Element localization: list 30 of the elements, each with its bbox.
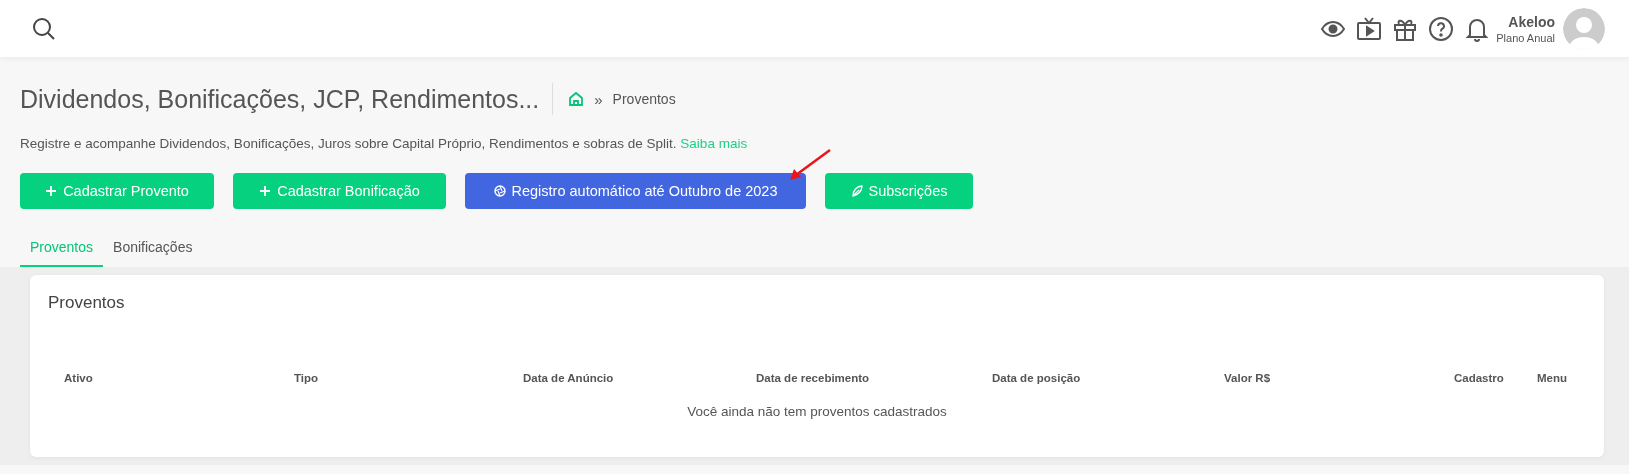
help-icon[interactable]: [1428, 15, 1455, 42]
plan-label: Plano Anual: [1496, 31, 1555, 44]
plus-icon: [45, 185, 58, 197]
column-header: Cadastro: [1454, 372, 1505, 384]
user-name: Akeloo: [1508, 13, 1555, 30]
action-button[interactable]: Registro automático até Outubro de 2023: [465, 173, 806, 209]
column-header: Ativo: [64, 372, 94, 384]
action-button[interactable]: Cadastrar Bonificação: [233, 173, 446, 209]
card-title: Proventos: [48, 293, 126, 313]
aperture-icon: [493, 185, 506, 197]
search-icon[interactable]: [32, 16, 56, 41]
column-header: Valor R$: [1224, 372, 1272, 384]
breadcrumb-separator: »: [594, 90, 603, 108]
empty-message: Você ainda não tem proventos cadastrados: [686, 404, 948, 419]
saiba-mais-link[interactable]: Saiba mais: [680, 136, 748, 151]
page-description: Registre e acompanhe Dividendos, Bonificações, Juros sobre Capital Próprio, Rendimentos e sobras de Split. Saiba mais: [20, 136, 749, 151]
column-header: Data de recebimento: [756, 372, 871, 384]
column-header: Menu: [1537, 372, 1569, 384]
column-header: Tipo: [294, 372, 320, 384]
arrow-drawing: [788, 148, 832, 182]
breadcrumb-item[interactable]: Proventos: [612, 91, 676, 107]
column-header: Data de Anúncio: [523, 372, 615, 384]
action-button[interactable]: Subscrições: [825, 173, 973, 209]
plus-icon: [259, 185, 272, 197]
feather-icon: [850, 185, 863, 197]
column-header: Data de posição: [992, 372, 1082, 384]
tv-play-icon[interactable]: [1356, 15, 1383, 42]
page-title: Dividendos, Bonificações, JCP, Rendimentos...: [20, 83, 554, 115]
tab[interactable]: Bonificações: [103, 231, 203, 267]
action-button[interactable]: Cadastrar Provento: [20, 173, 214, 209]
